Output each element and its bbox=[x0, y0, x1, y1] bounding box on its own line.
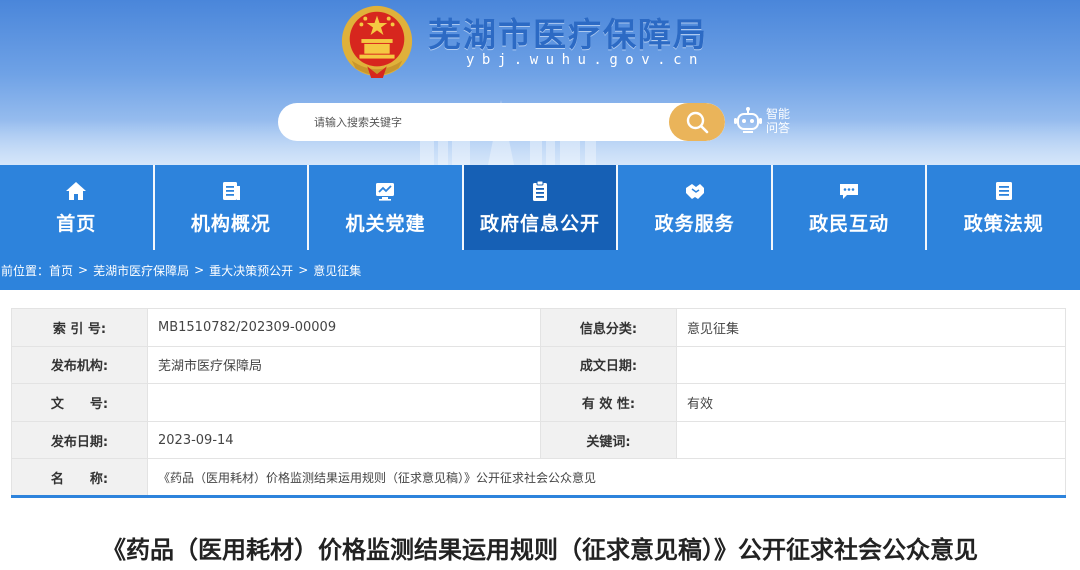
nav-label: 政务服务 bbox=[654, 212, 735, 235]
table-row: 文 号: 有 效 性: 有效 bbox=[11, 383, 1066, 422]
publish-date-label: 发布日期: bbox=[11, 420, 148, 460]
table-row: 发布日期: 2023-09-14 关键词: bbox=[11, 420, 1066, 460]
breadcrumb-bureau[interactable]: 芜湖市医疗保障局 bbox=[93, 262, 189, 279]
site-title: 芜湖市医疗保障局 bbox=[428, 15, 708, 54]
nav-item-public-interaction[interactable]: 政民互动 bbox=[773, 165, 928, 250]
breadcrumb-prefix: 当前位置： bbox=[0, 263, 50, 278]
breadcrumb-home[interactable]: 首页 bbox=[49, 262, 73, 279]
nav-label: 政民互动 bbox=[809, 212, 890, 235]
search-input[interactable] bbox=[278, 103, 670, 141]
nav-label: 机关党建 bbox=[345, 212, 426, 235]
search-box bbox=[278, 103, 725, 141]
ai-assistant-label: 智能问答 bbox=[766, 107, 791, 135]
document-info-table: 索 引 号: MB1510782/202309-00009 信息分类: 意见征集… bbox=[11, 308, 1066, 498]
main-nav: 首页 机构概况 机关党建 政府信息公开 政务服务 政民互动 政策法规 bbox=[0, 165, 1080, 250]
publisher-label: 发布机构: bbox=[11, 345, 148, 385]
site-domain: ybj.wuhu.gov.cn bbox=[466, 52, 705, 68]
nav-label: 首页 bbox=[56, 212, 97, 235]
category-value: 意见征集 bbox=[676, 308, 1066, 347]
search-button[interactable] bbox=[669, 103, 725, 141]
nav-label: 机构概况 bbox=[190, 212, 271, 235]
doc-number-label: 文 号: bbox=[11, 383, 148, 422]
article-title: 《药品（医用耗材）价格监测结果运用规则（征求意见稿）》公开征求社会公众意见 bbox=[102, 536, 978, 564]
nav-item-organization[interactable]: 机构概况 bbox=[155, 165, 310, 250]
nav-item-government-services[interactable]: 政务服务 bbox=[618, 165, 773, 250]
breadcrumb-separator: > bbox=[194, 263, 205, 277]
document-icon bbox=[222, 181, 240, 200]
national-emblem-icon bbox=[341, 5, 413, 79]
category-label: 信息分类: bbox=[540, 308, 677, 347]
keywords-value bbox=[676, 420, 1066, 460]
publisher-value: 芜湖市医疗保障局 bbox=[147, 345, 541, 385]
monitor-icon bbox=[376, 182, 395, 201]
breadcrumb-decision-preview[interactable]: 重大决策预公开 bbox=[209, 262, 293, 279]
breadcrumb: 当前位置： 首页 > 芜湖市医疗保障局 > 重大决策预公开 > 意见征集 bbox=[0, 250, 1080, 290]
robot-icon bbox=[734, 107, 762, 133]
index-label: 索 引 号: bbox=[11, 308, 148, 347]
breadcrumb-separator: > bbox=[298, 263, 309, 277]
name-label: 名 称: bbox=[11, 458, 148, 497]
chat-icon bbox=[840, 183, 859, 199]
validity-label: 有 效 性: bbox=[540, 383, 677, 422]
search-icon bbox=[686, 111, 709, 134]
index-value: MB1510782/202309-00009 bbox=[147, 308, 541, 347]
ai-assistant-link[interactable]: 智能问答 bbox=[733, 106, 794, 136]
breadcrumb-opinion-collection[interactable]: 意见征集 bbox=[313, 262, 361, 279]
publish-date-value: 2023-09-14 bbox=[147, 420, 541, 460]
nav-item-policies[interactable]: 政策法规 bbox=[927, 165, 1080, 250]
nav-label: 政策法规 bbox=[963, 212, 1044, 235]
nav-label: 政府信息公开 bbox=[480, 212, 601, 235]
home-icon bbox=[66, 181, 87, 200]
clipboard-icon bbox=[533, 180, 548, 201]
nav-item-government-info[interactable]: 政府信息公开 bbox=[463, 165, 619, 250]
nav-item-party-building[interactable]: 机关党建 bbox=[309, 165, 464, 250]
table-row: 索 引 号: MB1510782/202309-00009 信息分类: 意见征集 bbox=[11, 308, 1066, 347]
name-value: 《药品（医用耗材）价格监测结果运用规则（征求意见稿）》公开征求社会公众意见 bbox=[147, 458, 1066, 497]
header-banner: 芜湖市医疗保障局 ybj.wuhu.gov.cn 智能问答 bbox=[0, 0, 1080, 165]
table-row: 发布机构: 芜湖市医疗保障局 成文日期: bbox=[11, 345, 1066, 385]
written-date-label: 成文日期: bbox=[540, 345, 677, 385]
handshake-icon bbox=[685, 183, 704, 199]
table-row: 名 称: 《药品（医用耗材）价格监测结果运用规则（征求意见稿）》公开征求社会公众… bbox=[11, 458, 1066, 497]
list-icon bbox=[995, 181, 1012, 200]
doc-number-value bbox=[147, 383, 541, 422]
keywords-label: 关键词: bbox=[540, 420, 677, 460]
breadcrumb-separator: > bbox=[78, 263, 89, 277]
nav-item-home[interactable]: 首页 bbox=[0, 165, 155, 250]
written-date-value bbox=[676, 345, 1066, 385]
validity-value: 有效 bbox=[676, 383, 1066, 422]
